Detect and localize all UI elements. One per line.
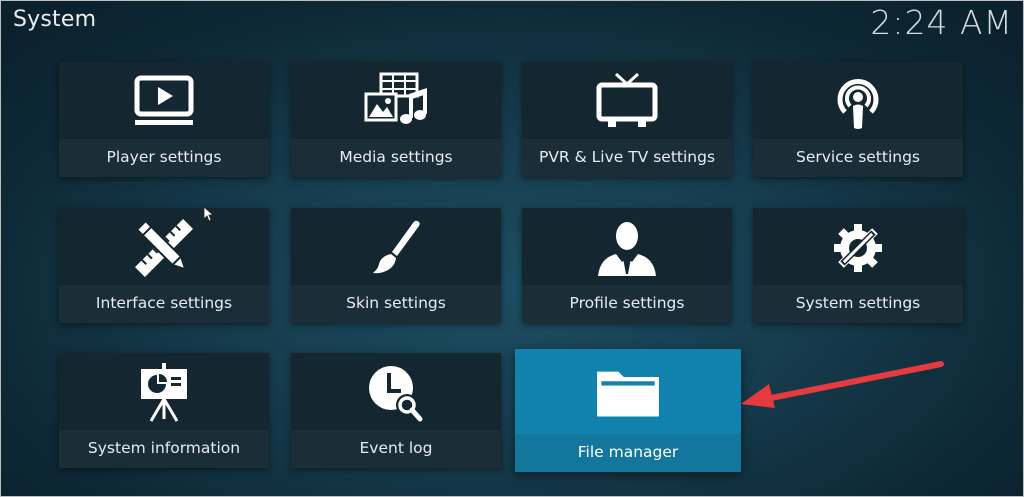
tile-label: Player settings [106,148,222,166]
tv-antenna-icon [596,72,658,127]
tile-label: Event log [359,439,433,457]
page-title: System [13,7,97,32]
tile-label: Profile settings [569,294,685,312]
tile-media-settings[interactable]: Media settings [291,62,501,177]
paintbrush-icon [373,220,420,274]
tile-label: PVR & Live TV settings [538,148,716,166]
tile-label: Interface settings [95,294,233,312]
user-profile-icon [598,222,656,276]
podcast-icon [837,79,879,129]
tile-skin-settings[interactable]: Skin settings [291,208,501,323]
tile-label: System information [87,439,241,457]
clock: 2:24 AM [870,3,1013,42]
tile-system-information[interactable]: System information [59,353,269,468]
tile-pvr-live-tv-settings[interactable]: PVR & Live TV settings [522,62,732,177]
tile-system-settings[interactable]: System settings [753,208,963,323]
pencil-ruler-icon [135,219,193,277]
tile-profile-settings[interactable]: Profile settings [522,208,732,323]
kodi-system-screen: System 2:24 AM Player settings Media set… [0,0,1024,497]
folder-icon [597,371,659,417]
tv-play-icon [134,75,194,125]
tile-event-log[interactable]: Event log [291,353,501,468]
tile-label: Service settings [795,148,921,166]
clock-search-icon [369,366,423,422]
tile-service-settings[interactable]: Service settings [753,62,963,177]
presentation-icon [141,363,187,422]
tile-label: Media settings [339,148,453,166]
tile-label: Skin settings [346,294,446,312]
gear-wrench-icon [834,224,882,272]
tile-file-manager[interactable]: File manager [515,349,741,472]
tile-label: System settings [795,294,921,312]
annotation-arrow-icon [741,361,944,408]
media-icon [364,72,427,124]
tile-player-settings[interactable]: Player settings [59,62,269,177]
mouse-cursor-icon [203,206,213,222]
tile-label: File manager [577,443,679,461]
tile-interface-settings[interactable]: Interface settings [59,208,269,323]
